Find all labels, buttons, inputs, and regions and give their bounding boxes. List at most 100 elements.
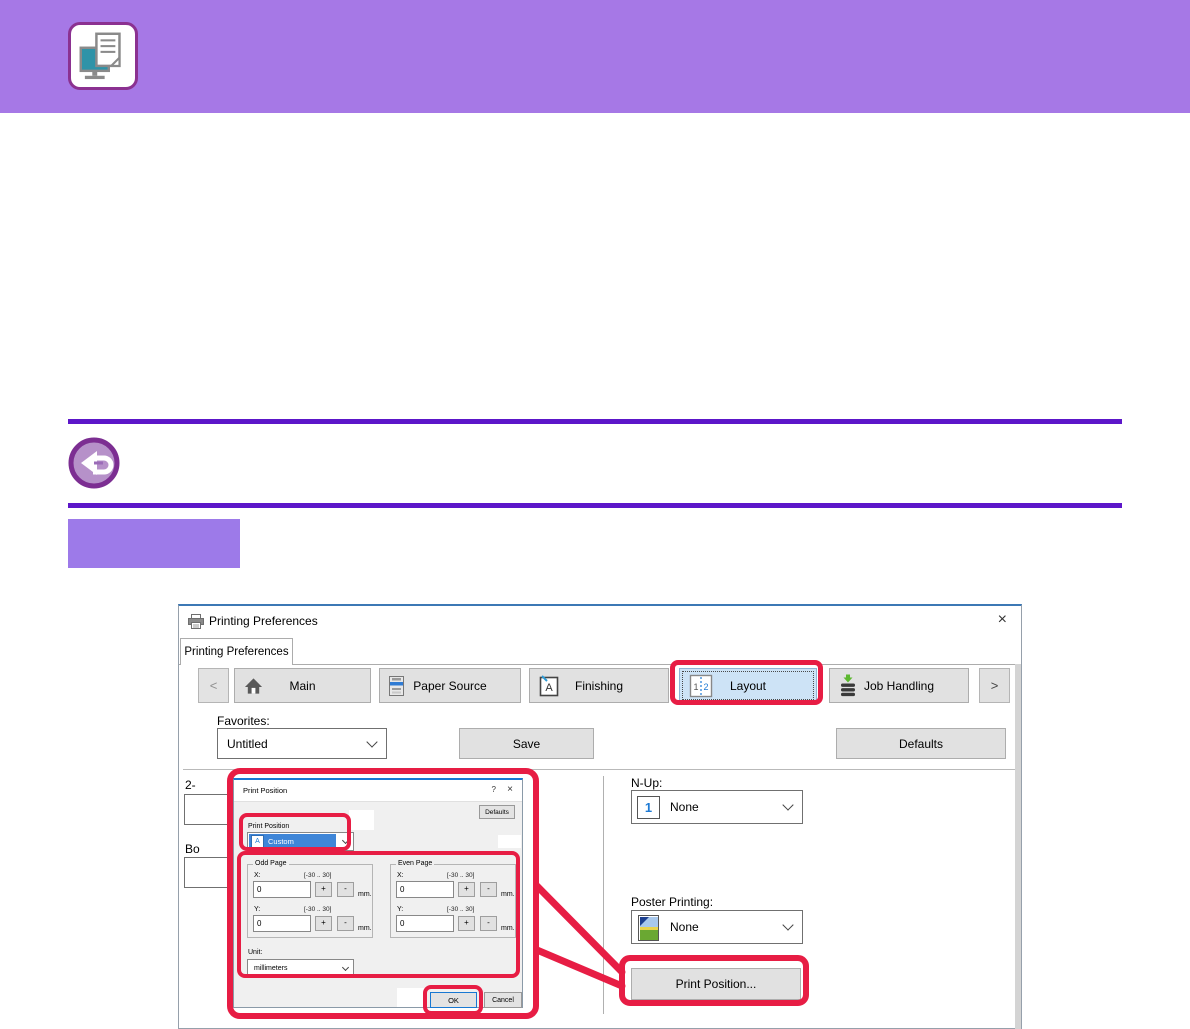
print-position-dialog-title: Print Position <box>243 786 288 795</box>
poster-none-icon <box>638 915 659 941</box>
even-y-increment-button[interactable]: + <box>458 916 475 931</box>
y-unit: mm. <box>358 925 372 932</box>
close-icon[interactable]: × <box>998 610 1007 630</box>
x-range: [-30 .. 30] <box>447 872 475 879</box>
favorites-value: Untitled <box>227 736 268 751</box>
tab-finishing[interactable]: A Finishing <box>529 668 669 703</box>
even-y-decrement-button[interactable]: - <box>480 916 497 931</box>
two-sided-printing-label-partial: 2- <box>185 778 196 792</box>
even-x-input[interactable] <box>396 881 454 898</box>
chevron-right-glyph: > <box>990 678 999 693</box>
tab-label: Paper Source <box>413 678 487 693</box>
step-label-box <box>68 519 240 568</box>
tab-job-handling[interactable]: Job Handling <box>829 668 969 703</box>
chevron-down-icon <box>366 735 378 748</box>
even-x-decrement-button[interactable]: - <box>480 882 497 897</box>
home-icon <box>244 677 263 695</box>
tab-printing-preferences[interactable]: Printing Preferences <box>180 638 293 665</box>
save-button[interactable]: Save <box>459 728 594 759</box>
print-position-select[interactable]: A Custom <box>247 832 354 851</box>
print-position-button[interactable]: Print Position... <box>631 968 801 1000</box>
custom-position-icon: A <box>251 835 264 848</box>
svg-text:2: 2 <box>703 682 708 692</box>
svg-text:1: 1 <box>693 682 698 692</box>
poster-printing-dropdown[interactable]: None <box>631 910 803 944</box>
booklet-dropdown-partial[interactable] <box>184 857 228 888</box>
job-handling-icon <box>839 674 857 697</box>
section-divider-bottom <box>68 503 1122 508</box>
chevron-left-glyph: < <box>209 678 218 693</box>
defaults-button[interactable]: Defaults <box>836 728 1006 759</box>
odd-x-increment-button[interactable]: + <box>315 882 332 897</box>
n-up-icon-digit: 1 <box>644 800 653 815</box>
column-divider <box>603 776 604 1014</box>
even-y-input[interactable] <box>396 915 454 932</box>
defaults-button-label: Defaults <box>898 736 944 751</box>
unit-value: millimeters <box>254 965 288 972</box>
odd-page-group: Odd Page X: [-30 .. 30] + - mm. Y: [-30 … <box>247 860 373 938</box>
tab-label: Job Handling <box>863 678 935 693</box>
y-unit: mm. <box>501 925 515 932</box>
masked-area <box>349 810 374 830</box>
chevron-down-icon <box>341 836 350 844</box>
tab-scroll-left-button[interactable]: < <box>198 668 229 703</box>
print-position-select-label: Print Position <box>248 823 290 830</box>
odd-x-input[interactable] <box>253 881 311 898</box>
x-unit: mm. <box>501 891 515 898</box>
print-position-dialog: Print Position ? × Defaults Print Positi… <box>233 778 523 1008</box>
monitor-document-glyph <box>79 32 121 80</box>
tab-layout[interactable]: 1 2 Layout <box>679 668 817 703</box>
printing-overview-icon <box>68 22 138 90</box>
odd-y-decrement-button[interactable]: - <box>337 916 354 931</box>
x-range: [-30 .. 30] <box>304 872 332 879</box>
poster-printing-value: None <box>670 920 699 934</box>
unit-dropdown[interactable]: millimeters <box>247 959 354 978</box>
x-label: X: <box>254 872 261 879</box>
tab-label: Main <box>289 678 316 693</box>
y-range: [-30 .. 30] <box>304 906 332 913</box>
copier-icon <box>389 675 404 696</box>
tab-strip-baseline <box>179 664 1021 665</box>
n-up-label: N-Up: <box>631 776 663 790</box>
cancel-button[interactable]: Cancel <box>484 992 522 1008</box>
right-edge-strip <box>1015 664 1021 1029</box>
close-icon[interactable]: × <box>507 784 513 795</box>
dialog-titlebar: Printing Preferences × <box>179 606 1021 636</box>
x-unit: mm. <box>358 891 372 898</box>
subdialog-defaults-label: Defaults <box>485 808 509 816</box>
odd-y-increment-button[interactable]: + <box>315 916 332 931</box>
tab-paper-source[interactable]: Paper Source <box>379 668 521 703</box>
subdialog-defaults-button[interactable]: Defaults <box>479 805 515 819</box>
chevron-down-icon <box>782 799 794 811</box>
even-x-increment-button[interactable]: + <box>458 882 475 897</box>
unit-label: Unit: <box>248 949 263 956</box>
printer-icon <box>188 614 204 634</box>
y-label: Y: <box>397 906 404 913</box>
odd-x-decrement-button[interactable]: - <box>337 882 354 897</box>
favorites-label: Favorites: <box>217 714 270 728</box>
tab-main[interactable]: Main <box>234 668 371 703</box>
y-range: [-30 .. 30] <box>447 906 475 913</box>
masked-area <box>397 988 425 1007</box>
page-root: Printing Preferences × Printing Preferen… <box>0 0 1190 1029</box>
two-sided-dropdown-partial[interactable] <box>184 794 228 825</box>
favorites-dropdown[interactable]: Untitled <box>217 728 387 759</box>
tab-scroll-right-button[interactable]: > <box>979 668 1010 703</box>
back-arrow-icon <box>68 437 120 489</box>
tab-label: Layout <box>729 678 767 693</box>
ok-button-label: OK <box>448 995 459 1005</box>
odd-y-input[interactable] <box>253 915 311 932</box>
odd-page-legend: Odd Page <box>253 860 289 867</box>
n-up-none-icon: 1 <box>637 796 660 819</box>
page-header-banner <box>0 0 1190 113</box>
tab-label: Finishing <box>574 678 624 693</box>
n-up-dropdown[interactable]: 1 None <box>631 790 803 824</box>
n-up-value: None <box>670 800 699 814</box>
back-button[interactable] <box>68 437 120 489</box>
ok-button[interactable]: OK <box>430 992 477 1008</box>
section-divider-top <box>68 419 1122 424</box>
booklet-label-partial: Bo <box>185 842 200 856</box>
y-label: Y: <box>254 906 261 913</box>
finishing-a-icon: A <box>539 674 559 697</box>
help-icon[interactable]: ? <box>492 785 496 794</box>
